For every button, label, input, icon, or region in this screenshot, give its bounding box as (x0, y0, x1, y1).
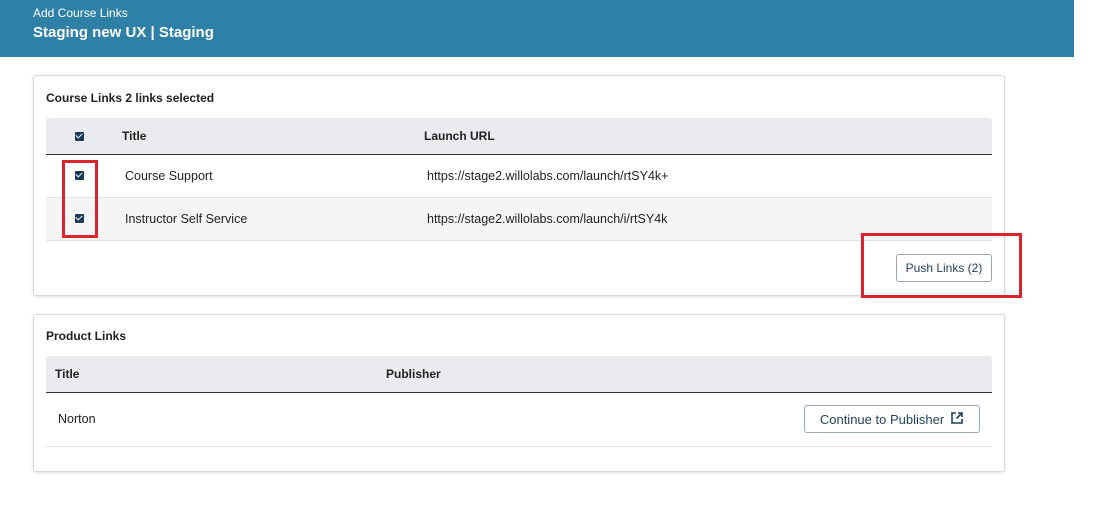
row-title: Instructor Self Service (125, 212, 248, 226)
external-link-icon (950, 411, 964, 428)
column-header-title: Title (122, 129, 147, 143)
continue-to-publisher-label: Continue to Publisher (819, 411, 945, 427)
product-links-table-header: Title Publisher (46, 356, 992, 393)
table-row[interactable]: Instructor Self Service https://stage2.w… (46, 198, 992, 241)
row-checkbox[interactable] (75, 214, 84, 223)
product-links-card: Product Links Title Publisher Norton Con… (33, 314, 1005, 472)
course-links-title: Course Links 2 links selected (46, 91, 215, 105)
continue-to-publisher-button[interactable]: Continue to Publisher (804, 405, 980, 433)
row-title: Course Support (125, 169, 213, 183)
row-launch-url: https://stage2.willolabs.com/launch/rtSY… (427, 169, 669, 183)
product-links-title: Product Links (46, 329, 127, 343)
column-header-launch-url: Launch URL (424, 129, 495, 143)
column-header-title: Title (55, 367, 80, 381)
header-title: Staging new UX | Staging (33, 24, 214, 41)
push-links-button[interactable]: Push Links (2) (896, 254, 992, 282)
column-header-publisher: Publisher (386, 367, 441, 381)
course-links-table-header: Title Launch URL (46, 118, 992, 155)
header-subtitle: Add Course Links (33, 6, 128, 20)
product-title: Norton (58, 412, 96, 426)
row-launch-url: https://stage2.willolabs.com/launch/i/rt… (427, 212, 668, 226)
app-header: Add Course Links Staging new UX | Stagin… (0, 0, 1074, 57)
select-all-checkbox[interactable] (75, 132, 84, 141)
course-links-card: Course Links 2 links selected Title Laun… (33, 75, 1005, 296)
table-row[interactable]: Course Support https://stage2.willolabs.… (46, 155, 992, 198)
row-checkbox[interactable] (75, 171, 84, 180)
table-row: Norton Continue to Publisher (46, 394, 992, 447)
